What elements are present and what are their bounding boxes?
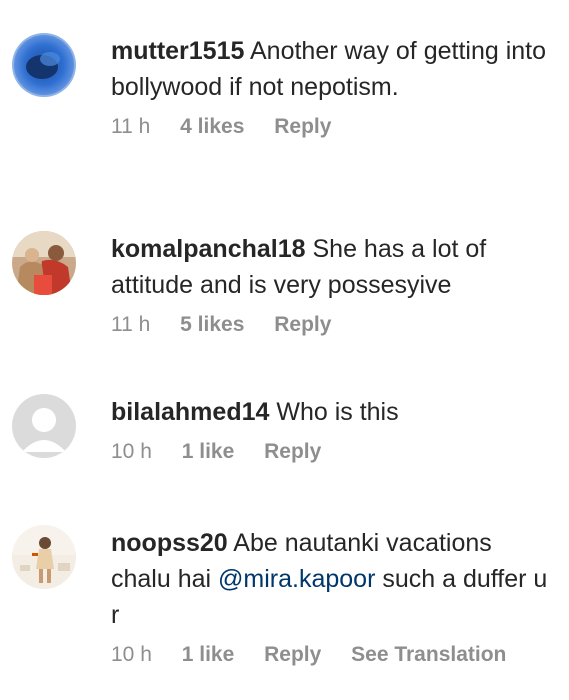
comment-text: bilalahmed14 Who is this (111, 394, 551, 430)
reply-button[interactable]: Reply (264, 643, 321, 667)
comment-likes[interactable]: 4 likes (180, 115, 244, 139)
comment-body: bilalahmed14 Who is this 10 h 1 like Rep… (111, 394, 551, 464)
comment-likes[interactable]: 1 like (182, 440, 235, 464)
avatar[interactable] (12, 394, 76, 458)
comment-likes[interactable]: 1 like (182, 643, 235, 667)
avatar[interactable] (12, 525, 76, 589)
comment-time: 11 h (111, 313, 151, 336)
mention-link[interactable]: @mira.kapoor (218, 565, 375, 593)
comment-body: noopss20 Abe nautanki vacations chalu ha… (111, 525, 551, 667)
see-translation-button[interactable]: See Translation (351, 643, 506, 667)
comment-time: 10 h (111, 440, 152, 463)
comment-time: 10 h (111, 643, 152, 666)
default-avatar-icon (12, 394, 76, 458)
reply-button[interactable]: Reply (274, 115, 331, 139)
comment-body: mutter1515 Another way of getting into b… (111, 33, 551, 139)
reply-button[interactable]: Reply (274, 313, 331, 337)
avatar-image (12, 33, 76, 97)
comment-text: mutter1515 Another way of getting into b… (111, 33, 551, 105)
comment-body: komalpanchal18 She has a lot of attitude… (111, 231, 551, 337)
comment-username[interactable]: bilalahmed14 (111, 398, 269, 426)
comment-text: komalpanchal18 She has a lot of attitude… (111, 231, 551, 303)
avatar-image (12, 525, 76, 589)
comment-meta: 10 h 1 like Reply See Translation (111, 643, 551, 667)
comment-meta: 11 h 5 likes Reply (111, 313, 551, 337)
comment-meta: 10 h 1 like Reply (111, 440, 551, 464)
avatar-image (12, 231, 76, 295)
comment-meta: 11 h 4 likes Reply (111, 115, 551, 139)
comment-time: 11 h (111, 115, 151, 138)
comment-username[interactable]: mutter1515 (111, 37, 244, 65)
reply-button[interactable]: Reply (264, 440, 321, 464)
comment-likes[interactable]: 5 likes (180, 313, 244, 337)
avatar[interactable] (12, 33, 76, 97)
comment-message: Who is this (276, 398, 399, 426)
avatar[interactable] (12, 231, 76, 295)
comment-username[interactable]: komalpanchal18 (111, 235, 306, 263)
comment-username[interactable]: noopss20 (111, 529, 228, 557)
comment-text: noopss20 Abe nautanki vacations chalu ha… (111, 525, 551, 633)
